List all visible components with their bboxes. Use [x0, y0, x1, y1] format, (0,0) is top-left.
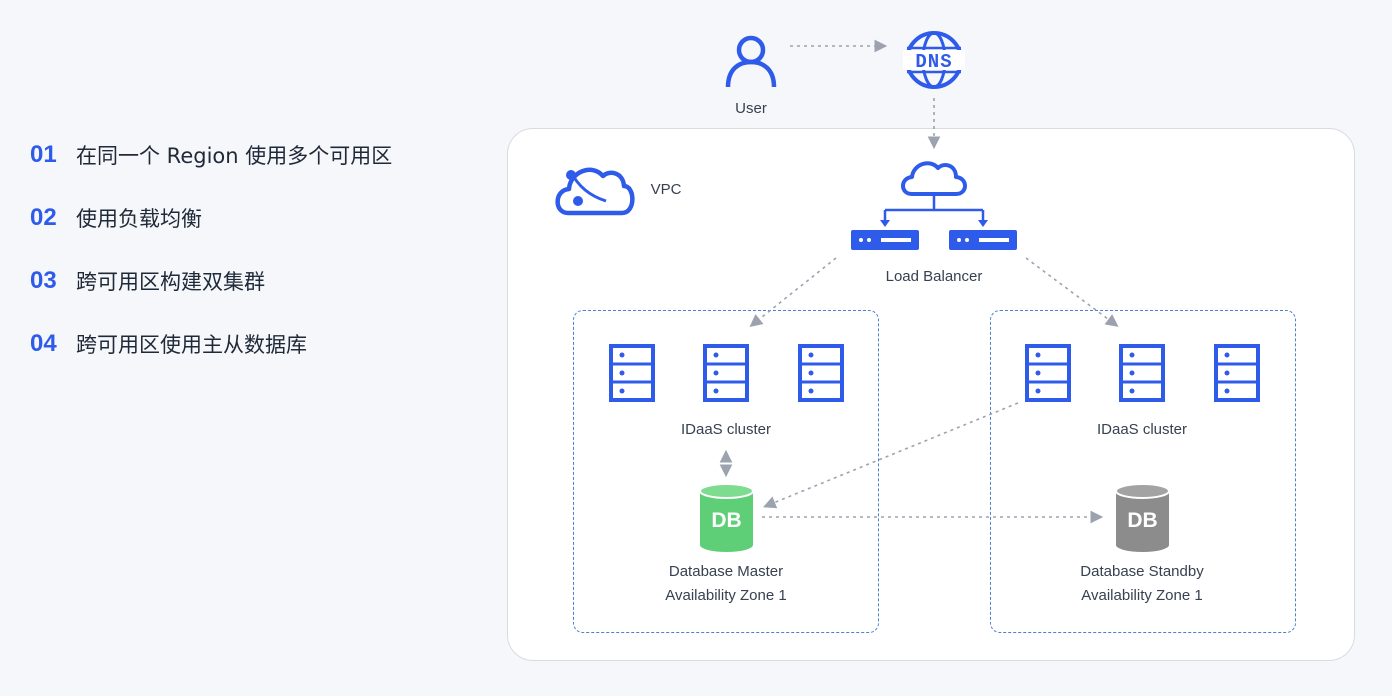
- right-cluster-label: IDaaS cluster: [1096, 421, 1188, 438]
- user-icon: [725, 35, 777, 88]
- database-master-label: Database Master: [668, 563, 784, 580]
- database-master-icon: DB: [699, 483, 754, 552]
- server-rack-icon: [703, 344, 749, 402]
- database-standby-icon: DB: [1115, 483, 1170, 552]
- load-balancer-icon: [851, 161, 1017, 250]
- database-standby-label: Database Standby: [1080, 563, 1204, 580]
- load-balancer-label: Load Balancer: [885, 268, 983, 285]
- dns-text: DNS: [915, 51, 952, 73]
- left-cluster-servers: [609, 344, 844, 402]
- right-cluster-servers: [1025, 344, 1260, 402]
- server-rack-icon: [1119, 344, 1165, 402]
- connector-lb-left-cluster: [749, 257, 837, 327]
- database-master-zone: Availability Zone 1: [665, 587, 787, 604]
- server-rack-icon: [1214, 344, 1260, 402]
- server-rack-icon: [798, 344, 844, 402]
- vpc-label: VPC: [650, 181, 682, 198]
- server-rack-icon: [609, 344, 655, 402]
- left-cluster-label: IDaaS cluster: [680, 421, 772, 438]
- db-standby-text: DB: [1127, 509, 1157, 532]
- database-standby-zone: Availability Zone 1: [1081, 587, 1203, 604]
- user-label: User: [735, 100, 767, 117]
- connector-right-cluster-master: [763, 402, 1019, 509]
- connector-lb-right-cluster: [1025, 257, 1119, 327]
- db-master-text: DB: [711, 509, 741, 532]
- server-rack-icon: [1025, 344, 1071, 402]
- dns-globe-icon: DNS: [903, 31, 965, 89]
- cloud-icon: [555, 167, 635, 216]
